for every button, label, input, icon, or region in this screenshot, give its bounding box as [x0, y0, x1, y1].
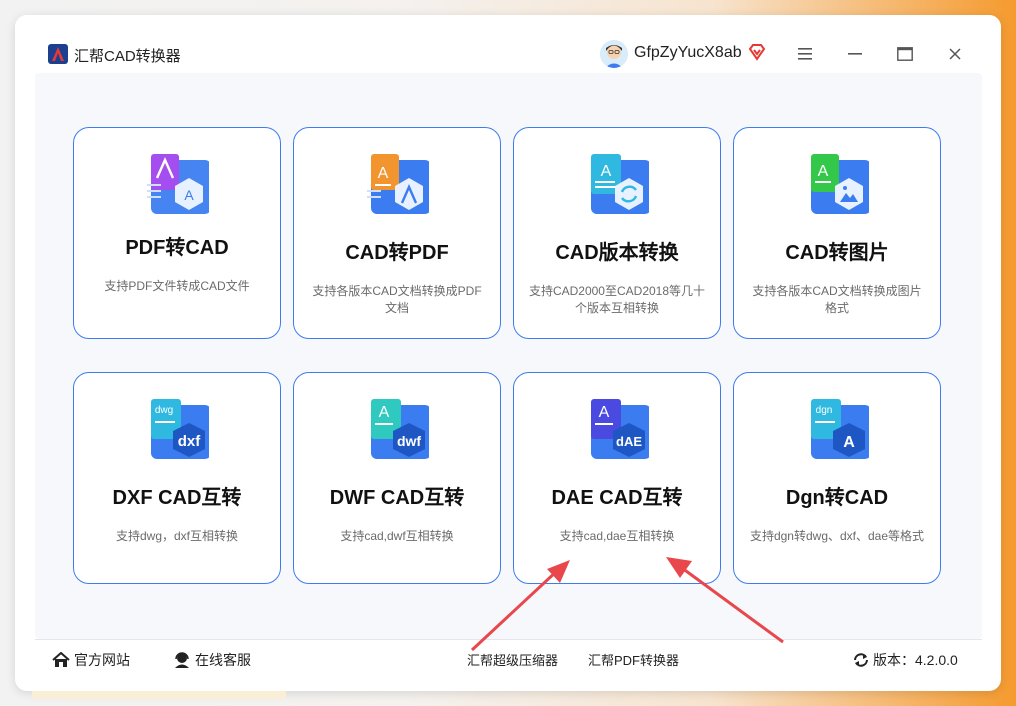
card-title: CAD转PDF: [345, 242, 449, 264]
svg-text:dgn: dgn: [816, 405, 833, 416]
customer-service-icon: [175, 652, 189, 668]
cad-version-convert-card[interactable]: A CAD版本转换 支持CAD2000至CAD2018等几十个版本互相转换: [513, 127, 721, 339]
home-icon: [52, 652, 70, 667]
card-title: CAD转图片: [785, 242, 889, 264]
app-title: 汇帮CAD转换器: [74, 48, 181, 65]
dxf-cad-icon: dwg dxf: [151, 399, 209, 459]
card-description: 支持PDF文件转成CAD文件: [104, 279, 250, 293]
cad-version-convert-icon: A: [591, 154, 649, 214]
online-support-label: 在线客服: [195, 652, 251, 668]
card-title: CAD版本转换: [555, 242, 679, 264]
card-description: 支持各版本CAD文档转换成PDF文档: [312, 284, 482, 315]
svg-text:A: A: [379, 404, 390, 421]
menu-button[interactable]: [793, 42, 817, 66]
version-info[interactable]: 版本：4.2.0.0: [853, 650, 958, 670]
pdf-to-cad-icon: A: [147, 154, 209, 214]
dgn-cad-icon: dgn A: [811, 399, 869, 459]
cad-to-pdf-icon: A: [367, 154, 429, 214]
close-icon: [949, 48, 961, 60]
cad-to-image-card[interactable]: A CAD转图片 支持各版本CAD文档转换成图片格式: [733, 127, 941, 339]
dgn-cad-card[interactable]: dgn A Dgn转CAD 支持dgn转dwg、dxf、dae等格式: [733, 372, 941, 584]
svg-text:A: A: [843, 434, 855, 451]
footer-bar: 官方网站 在线客服 汇帮超级压缩器 汇帮PDF转换器 版本：4.2.0.0: [35, 639, 982, 680]
pdf-to-cad-card[interactable]: A PDF转CAD 支持PDF文件转成CAD文件: [73, 127, 281, 339]
pdf-converter-link[interactable]: 汇帮PDF转换器: [588, 650, 679, 669]
card-title: DXF CAD互转: [112, 487, 242, 509]
tool-grid: A PDF转CAD 支持PDF文件转成CAD文件 A CAD转PDF 支持各版本…: [35, 73, 982, 639]
dxf-cad-card[interactable]: dwg dxf DXF CAD互转 支持dwg，dxf互相转换: [73, 372, 281, 584]
dae-cad-card[interactable]: A dAE DAE CAD互转 支持cad,dae互相转换: [513, 372, 721, 584]
dae-cad-icon: A dAE: [591, 399, 649, 459]
refresh-icon: [854, 653, 868, 667]
card-description: 支持cad,dae互相转换: [559, 529, 675, 543]
svg-text:A: A: [184, 187, 194, 203]
minimize-button[interactable]: [843, 42, 867, 66]
cad-to-image-icon: A: [811, 154, 869, 214]
vip-diamond-icon[interactable]: [748, 43, 766, 61]
app-window: 汇帮CAD转换器 GfpZyYucX8ab A PDF转CAD 支持PDF文件转…: [15, 15, 1001, 691]
svg-text:dwg: dwg: [155, 405, 173, 416]
card-description: 支持dgn转dwg、dxf、dae等格式: [749, 529, 925, 543]
svg-text:A: A: [378, 165, 389, 182]
menu-icon: [798, 48, 812, 60]
bottom-strip: [32, 691, 286, 699]
dwf-cad-icon: A dwf: [371, 399, 429, 459]
cad-to-pdf-card[interactable]: A CAD转PDF 支持各版本CAD文档转换成PDF文档: [293, 127, 501, 339]
svg-text:dwf: dwf: [397, 433, 421, 449]
minimize-icon: [848, 53, 862, 55]
card-description: 支持CAD2000至CAD2018等几十个版本互相转换: [528, 284, 706, 315]
username[interactable]: GfpZyYucX8ab: [634, 44, 742, 62]
dwf-cad-card[interactable]: A dwf DWF CAD互转 支持cad,dwf互相转换: [293, 372, 501, 584]
card-title: PDF转CAD: [125, 237, 229, 259]
title-bar: 汇帮CAD转换器 GfpZyYucX8ab: [15, 15, 1001, 73]
super-compressor-link[interactable]: 汇帮超级压缩器: [467, 650, 558, 669]
card-title: Dgn转CAD: [785, 487, 889, 509]
official-website-link[interactable]: 官方网站: [52, 650, 130, 670]
svg-text:dxf: dxf: [178, 433, 202, 450]
maximize-icon: [897, 47, 913, 61]
version-label: 版本：4.2.0.0: [873, 652, 958, 668]
close-button[interactable]: [943, 42, 967, 66]
svg-text:A: A: [601, 163, 612, 180]
card-description: 支持各版本CAD文档转换成图片格式: [752, 284, 922, 315]
online-support-link[interactable]: 在线客服: [173, 650, 251, 670]
svg-text:A: A: [599, 404, 610, 421]
app-logo-icon: [48, 44, 68, 64]
card-title: DAE CAD互转: [551, 487, 683, 509]
official-website-label: 官方网站: [74, 652, 130, 668]
maximize-button[interactable]: [893, 42, 917, 66]
svg-text:A: A: [818, 163, 829, 180]
card-title: DWF CAD互转: [329, 487, 465, 509]
avatar[interactable]: [600, 40, 628, 68]
card-description: 支持dwg，dxf互相转换: [115, 529, 239, 543]
card-description: 支持cad,dwf互相转换: [340, 529, 454, 543]
svg-text:dAE: dAE: [616, 434, 642, 449]
